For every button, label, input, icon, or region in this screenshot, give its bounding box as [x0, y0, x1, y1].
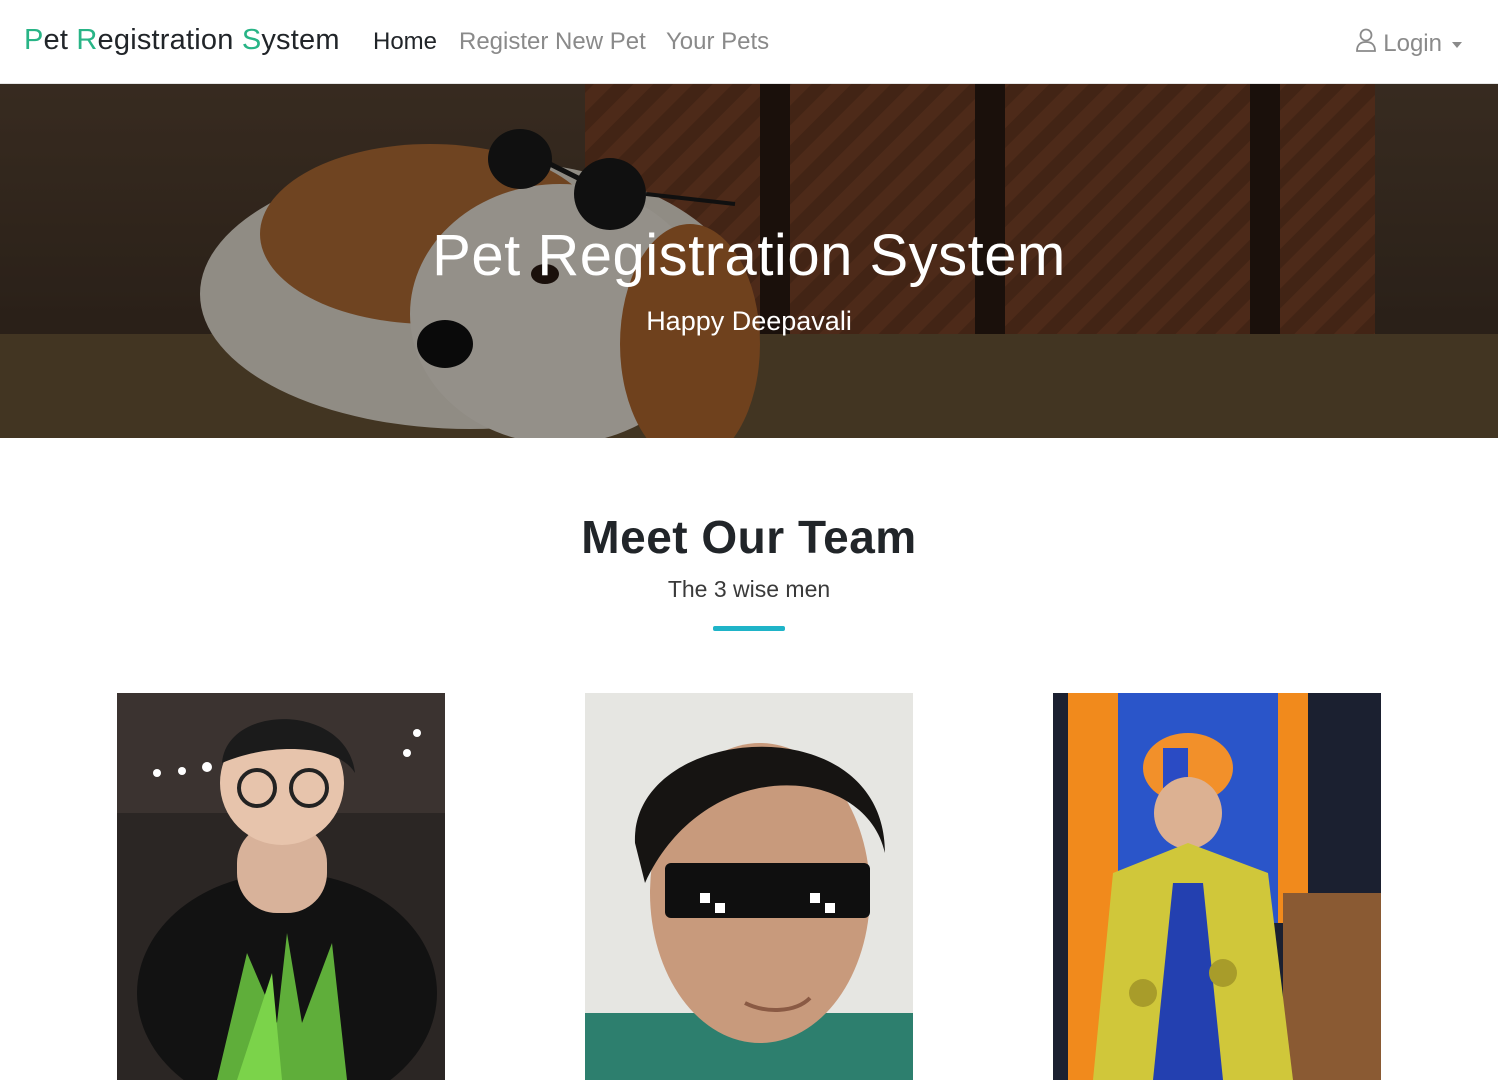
brand-text-ystem: ystem: [261, 24, 340, 56]
team-member-photo-1: [117, 693, 445, 1080]
team-member-photo-2: [585, 693, 913, 1080]
brand-logo-link[interactable]: Pet Registration System: [24, 24, 340, 57]
team-section-subtitle: The 3 wise men: [667, 576, 831, 602]
brand-text-et: et: [43, 24, 77, 56]
caret-down-icon: [1452, 41, 1462, 48]
team-section-title: Meet Our Team: [581, 511, 917, 563]
brand-letter-r: R: [76, 24, 98, 56]
hero-subtitle: Happy Deepavali: [646, 306, 852, 336]
brand-letter-p: P: [24, 24, 44, 56]
brand-text-egistration: egistration: [97, 24, 242, 56]
navbar: Pet Registration System Home Register Ne…: [0, 0, 1498, 84]
hero-title: Pet Registration System: [432, 223, 1066, 288]
section-divider: [713, 626, 785, 631]
nav-link-register-new-pet[interactable]: Register New Pet: [459, 28, 646, 56]
team-member-photo-3: [1053, 693, 1381, 1080]
login-dropdown-toggle[interactable]: Login: [1355, 28, 1462, 59]
hero-banner: Pet Registration System Happy Deepavali: [0, 84, 1498, 438]
login-label: Login: [1383, 29, 1442, 57]
user-icon: [1355, 28, 1377, 59]
nav-link-your-pets[interactable]: Your Pets: [666, 28, 769, 56]
nav-link-home[interactable]: Home: [373, 28, 437, 56]
brand-letter-s: S: [241, 24, 262, 56]
